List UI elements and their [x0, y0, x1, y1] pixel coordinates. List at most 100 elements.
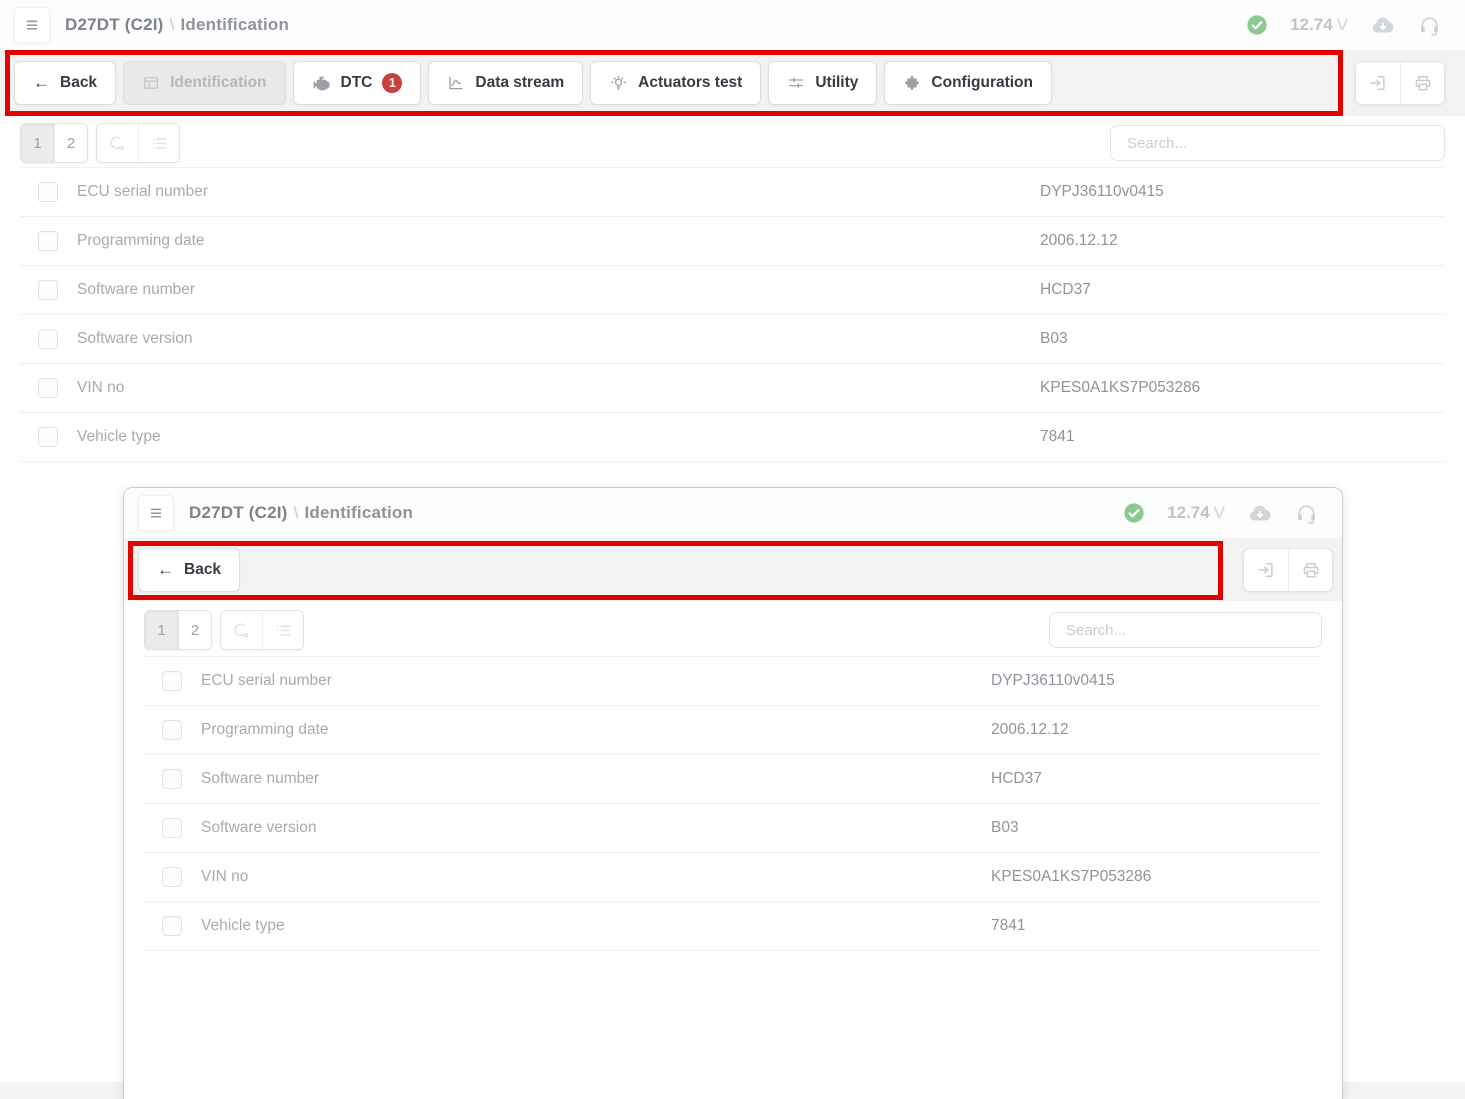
row-value: HCD37 — [1040, 281, 1091, 299]
list-view-button[interactable] — [138, 124, 179, 162]
breadcrumb: D27DT (C2I)\Identification — [189, 503, 413, 523]
exit-session-button[interactable] — [1244, 549, 1288, 591]
inset-toolbar: ← Back — [124, 538, 1342, 601]
row-checkbox[interactable] — [162, 671, 182, 691]
dtc-count-badge: 1 — [382, 73, 402, 93]
identification-table: ECU serial number DYPJ36110v0415 Program… — [144, 656, 1322, 951]
menu-button[interactable]: ≡ — [138, 495, 174, 531]
tab-data-stream-label: Data stream — [475, 74, 564, 92]
row-label: VIN no — [77, 379, 124, 397]
list-view-button[interactable] — [262, 611, 303, 649]
row-label: Vehicle type — [201, 917, 285, 935]
row-value: B03 — [1040, 330, 1068, 348]
table-row: VIN no KPES0A1KS7P053286 — [20, 364, 1445, 413]
row-checkbox[interactable] — [162, 867, 182, 887]
connection-check-icon — [1246, 14, 1268, 36]
back-arrow-icon: ← — [157, 560, 174, 580]
row-value: 2006.12.12 — [1040, 232, 1118, 250]
refresh-cancel-icon — [108, 134, 127, 153]
table-row: Software version B03 — [144, 804, 1322, 853]
tab-actuators-test[interactable]: Actuators test — [590, 61, 761, 105]
voltage-unit: V — [1337, 15, 1348, 34]
tab-configuration-label: Configuration — [931, 74, 1033, 92]
row-label: Software number — [77, 281, 195, 299]
row-checkbox[interactable] — [38, 329, 58, 349]
row-label: Software version — [77, 330, 192, 348]
print-button[interactable] — [1288, 549, 1332, 591]
headset-icon[interactable] — [1418, 14, 1441, 37]
logout-icon — [1368, 73, 1388, 93]
toolbar-right-actions — [1355, 61, 1445, 105]
table-row: Software number HCD37 — [20, 266, 1445, 315]
voltage-value: 12.74 — [1290, 15, 1333, 34]
cloud-download-icon[interactable] — [1247, 502, 1273, 524]
tab-configuration[interactable]: Configuration — [884, 61, 1052, 105]
table-row: Vehicle type 7841 — [20, 413, 1445, 462]
main-app: ≡ D27DT (C2I)\Identification 12.74V — [0, 0, 1465, 462]
table-row: Programming date 2006.12.12 — [20, 217, 1445, 266]
back-button[interactable]: ← Back — [14, 61, 116, 105]
page-button-1[interactable]: 1 — [21, 124, 54, 162]
tab-identification-label: Identification — [170, 74, 266, 92]
id-card-icon — [142, 74, 160, 92]
puzzle-icon — [903, 74, 921, 92]
row-value: 2006.12.12 — [991, 721, 1069, 739]
row-checkbox[interactable] — [38, 280, 58, 300]
tab-utility[interactable]: Utility — [768, 61, 877, 105]
search-input[interactable] — [1110, 125, 1445, 161]
tab-data-stream[interactable]: Data stream — [428, 61, 583, 105]
row-value: DYPJ36110v0415 — [991, 672, 1115, 690]
list-view-icon — [150, 134, 169, 153]
chart-line-icon — [447, 74, 465, 92]
row-label: VIN no — [201, 868, 248, 886]
app-header: ≡ D27DT (C2I)\Identification 12.74V — [0, 0, 1465, 50]
pagination: 1 2 — [144, 610, 212, 650]
clear-refresh-button[interactable] — [97, 124, 138, 162]
header-status-area: 12.74V — [1123, 502, 1318, 525]
row-checkbox[interactable] — [38, 182, 58, 202]
back-arrow-icon: ← — [33, 73, 50, 93]
voltage-unit: V — [1214, 503, 1225, 522]
cloud-download-icon[interactable] — [1370, 14, 1396, 36]
tab-actuators-test-label: Actuators test — [638, 74, 742, 92]
row-checkbox[interactable] — [162, 818, 182, 838]
table-row: Software number HCD37 — [144, 755, 1322, 804]
inset-list-controls: 1 2 — [124, 601, 1342, 656]
row-label: Software number — [201, 770, 319, 788]
tab-dtc[interactable]: DTC 1 — [293, 61, 422, 105]
row-checkbox[interactable] — [162, 769, 182, 789]
row-checkbox[interactable] — [38, 427, 58, 447]
print-button[interactable] — [1400, 62, 1444, 104]
refresh-cancel-icon — [232, 621, 251, 640]
table-row: ECU serial number DYPJ36110v0415 — [20, 168, 1445, 217]
breadcrumb-section: Identification — [305, 503, 414, 522]
row-checkbox[interactable] — [162, 916, 182, 936]
page-button-1[interactable]: 1 — [145, 611, 178, 649]
back-button[interactable]: ← Back — [138, 548, 240, 592]
view-tools — [220, 610, 304, 650]
page-button-2[interactable]: 2 — [178, 611, 211, 649]
row-checkbox[interactable] — [38, 231, 58, 251]
row-value: B03 — [991, 819, 1019, 837]
page-button-2[interactable]: 2 — [54, 124, 87, 162]
toolbar-right-actions — [1243, 548, 1333, 592]
row-checkbox[interactable] — [38, 378, 58, 398]
list-view-icon — [274, 621, 293, 640]
engine-icon — [312, 74, 331, 93]
row-checkbox[interactable] — [162, 720, 182, 740]
connection-check-icon — [1123, 502, 1145, 524]
table-row: Vehicle type 7841 — [144, 902, 1322, 951]
menu-button[interactable]: ≡ — [14, 7, 50, 43]
clear-refresh-button[interactable] — [221, 611, 262, 649]
search-input[interactable] — [1049, 612, 1322, 648]
exit-session-button[interactable] — [1356, 62, 1400, 104]
row-value: KPES0A1KS7P053286 — [1040, 379, 1200, 397]
row-label: Programming date — [77, 232, 205, 250]
pagination: 1 2 — [20, 123, 88, 163]
row-value: DYPJ36110v0415 — [1040, 183, 1164, 201]
table-row: Software version B03 — [20, 315, 1445, 364]
row-value: HCD37 — [991, 770, 1042, 788]
tab-identification[interactable]: Identification — [123, 61, 285, 105]
view-tools — [96, 123, 180, 163]
headset-icon[interactable] — [1295, 502, 1318, 525]
